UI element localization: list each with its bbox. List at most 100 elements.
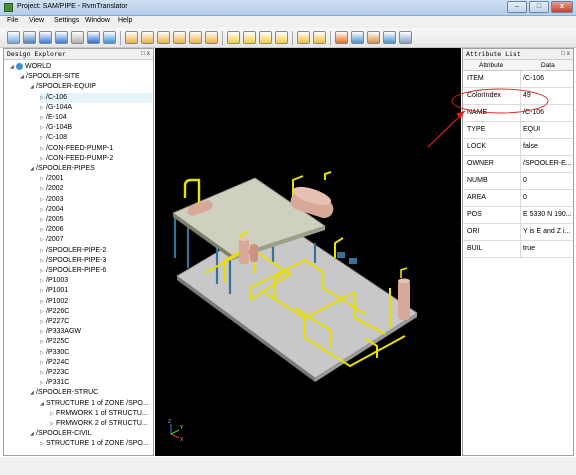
tree-node[interactable]: ▷ FRMWORK 1 of STRUCTU... bbox=[50, 409, 152, 419]
tree-node[interactable]: ▷/2004 bbox=[40, 205, 152, 215]
refresh-button[interactable] bbox=[103, 31, 116, 44]
3d-viewport[interactable]: Z Y X bbox=[155, 48, 461, 456]
minus-button[interactable] bbox=[55, 31, 68, 44]
tree-node[interactable]: ◢/SPOOLER-PIPES bbox=[30, 164, 152, 174]
attribute-key: ORI bbox=[467, 228, 480, 235]
tree-node[interactable]: ▷/P333AGW bbox=[40, 327, 152, 337]
tree-node[interactable]: ▷/P1002 bbox=[40, 297, 152, 307]
tree-node-label: /2001 bbox=[46, 175, 64, 183]
tree-node[interactable]: ▷/C-106 bbox=[40, 92, 152, 103]
cube-back-button[interactable] bbox=[141, 31, 154, 44]
attribute-value: E 5330 N 190... bbox=[523, 211, 572, 218]
tree-node[interactable]: ▷/2007 bbox=[40, 235, 152, 245]
panel-float-close-buttons[interactable]: □ x bbox=[141, 50, 150, 57]
attribute-columns-header: Attribute Data bbox=[463, 60, 573, 71]
tree-node[interactable]: ▷/P224C bbox=[40, 358, 152, 368]
tree-node-label: /P226C bbox=[46, 307, 70, 315]
cube-bottom-button[interactable] bbox=[205, 31, 218, 44]
menu-settings[interactable]: Settings bbox=[54, 17, 79, 24]
menu-file[interactable]: File bbox=[7, 17, 18, 24]
menu-view[interactable]: View bbox=[29, 17, 44, 24]
tree-node[interactable]: ▷/E-104 bbox=[40, 113, 152, 123]
add-button[interactable] bbox=[39, 31, 52, 44]
iso-3-button[interactable] bbox=[259, 31, 272, 44]
tree-node-label: /P331C bbox=[46, 379, 70, 387]
tree-node[interactable]: ▷/P223C bbox=[40, 368, 152, 378]
col-attribute[interactable]: Attribute bbox=[479, 62, 503, 69]
tree-node[interactable]: ▷/2005 bbox=[40, 215, 152, 225]
tree-node[interactable]: ▷/2001 bbox=[40, 174, 152, 184]
menu-window[interactable]: Window bbox=[85, 17, 110, 24]
minimize-button[interactable]: – bbox=[507, 1, 527, 13]
tree-node[interactable]: ▷/P331C bbox=[40, 378, 152, 388]
tree-node[interactable]: ▷/CON-FEED-PUMP-2 bbox=[40, 154, 152, 164]
cube-left-button[interactable] bbox=[157, 31, 170, 44]
annotation-overlay bbox=[427, 88, 549, 148]
tree-node[interactable]: ▷/2003 bbox=[40, 195, 152, 205]
tree-node[interactable]: ▷/P227C bbox=[40, 317, 152, 327]
column-vessel[interactable] bbox=[398, 267, 410, 320]
cube-top-button[interactable] bbox=[189, 31, 202, 44]
move-button[interactable] bbox=[87, 31, 100, 44]
pick-button[interactable] bbox=[313, 31, 326, 44]
design-tree: ◢ WORLD ◢/SPOOLER-SITE ◢/SPOOLER-EQUIP ▷/C-1… bbox=[4, 60, 153, 456]
tree-node[interactable]: ◢/SPOOLER-STRUC bbox=[30, 388, 152, 398]
attribute-row[interactable]: POS E 5330 N 190... bbox=[463, 207, 573, 224]
attribute-row[interactable]: BUIL true bbox=[463, 241, 573, 258]
cube-front-button[interactable] bbox=[125, 31, 138, 44]
tree-node[interactable]: ◢/SPOOLER-SITE bbox=[20, 72, 152, 82]
attribute-row[interactable]: ORI Y is E and Z i... bbox=[463, 224, 573, 241]
tree-node-label: /P223C bbox=[46, 369, 70, 376]
panel-button[interactable] bbox=[399, 31, 412, 44]
tree-node[interactable]: ▷/2002 bbox=[40, 184, 152, 194]
save-button[interactable] bbox=[23, 31, 36, 44]
attribute-row[interactable]: AREA 0 bbox=[463, 190, 573, 207]
tree-node[interactable]: ▷/P1001 bbox=[40, 286, 152, 296]
tree-node[interactable]: ▷/2006 bbox=[40, 225, 152, 235]
tree-node[interactable]: ◢/SPOOLER-CIVIL bbox=[30, 429, 152, 439]
tree-node[interactable]: ▷/G-104B bbox=[40, 123, 152, 133]
column-divider bbox=[520, 156, 521, 173]
cube-right-button[interactable] bbox=[173, 31, 186, 44]
attribute-row[interactable]: OWNER/SPOOLER-E... bbox=[463, 156, 573, 173]
tree-node-label: /SPOOLER-STRUC bbox=[36, 389, 99, 397]
design-explorer-header: Design Explorer □ x bbox=[4, 49, 153, 60]
plugin-button[interactable] bbox=[351, 31, 364, 44]
col-data[interactable]: Data bbox=[541, 62, 555, 69]
tree-node[interactable]: ▷/C-108 bbox=[40, 133, 152, 143]
attribute-row[interactable]: NUMB 0 bbox=[463, 173, 573, 190]
sphere-button[interactable] bbox=[335, 31, 348, 44]
search-button[interactable] bbox=[297, 31, 310, 44]
tree-node[interactable]: ▷/CON-FEED-PUMP-1 bbox=[40, 144, 152, 154]
tree-node[interactable]: ▷/SPOOLER-PIPE-3 bbox=[40, 256, 152, 266]
tree-node[interactable]: ◢/SPOOLER-EQUIP bbox=[30, 82, 152, 92]
close-button[interactable]: x bbox=[551, 1, 573, 13]
tree-node[interactable]: ◢ STRUCTURE 1 of ZONE /SPO... bbox=[40, 399, 152, 409]
tree-node[interactable]: ▷/P226C bbox=[40, 307, 152, 317]
tree-node[interactable]: ▷ FRMWORK 2 of STRUCTU... bbox=[50, 419, 152, 429]
window-title: Project: SAM/PIPE - RvmTranslator bbox=[17, 3, 128, 10]
open-button[interactable] bbox=[7, 31, 20, 44]
tree-node[interactable]: ▷/SPOOLER-PIPE-6 bbox=[40, 266, 152, 276]
tree-node[interactable]: ▷/P225C bbox=[40, 337, 152, 347]
3d-model-scene[interactable]: Z Y X bbox=[155, 48, 461, 456]
tree-node[interactable]: ▷/P1003 bbox=[40, 276, 152, 286]
attr-panel-float-close-buttons[interactable]: □ x bbox=[561, 50, 570, 57]
tree-node-label: /CON-FEED-PUMP-2 bbox=[46, 154, 114, 162]
color-button[interactable] bbox=[383, 31, 396, 44]
settings-button[interactable] bbox=[71, 31, 84, 44]
iso-1-button[interactable] bbox=[227, 31, 240, 44]
tree-node[interactable]: ▷/SPOOLER-PIPE-2 bbox=[40, 246, 152, 256]
tree-node[interactable]: ▷/P330C bbox=[40, 348, 152, 358]
maximize-button[interactable]: □ bbox=[529, 1, 549, 13]
tree-node[interactable]: ◢ WORLD bbox=[10, 62, 152, 72]
menu-help[interactable]: Help bbox=[118, 17, 132, 24]
globe-icon bbox=[16, 62, 23, 70]
tree-node[interactable]: ▷/G-104A bbox=[40, 103, 152, 113]
iso-2-button[interactable] bbox=[243, 31, 256, 44]
measure-button[interactable] bbox=[367, 31, 380, 44]
tree-node-label: /SPOOLER-PIPE-6 bbox=[46, 267, 107, 274]
menu-bar: File View Settings Window Help bbox=[0, 16, 576, 28]
tree-node[interactable]: ▷ STRUCTURE 1 of ZONE /SPO... bbox=[40, 439, 152, 449]
iso-4-button[interactable] bbox=[275, 31, 288, 44]
